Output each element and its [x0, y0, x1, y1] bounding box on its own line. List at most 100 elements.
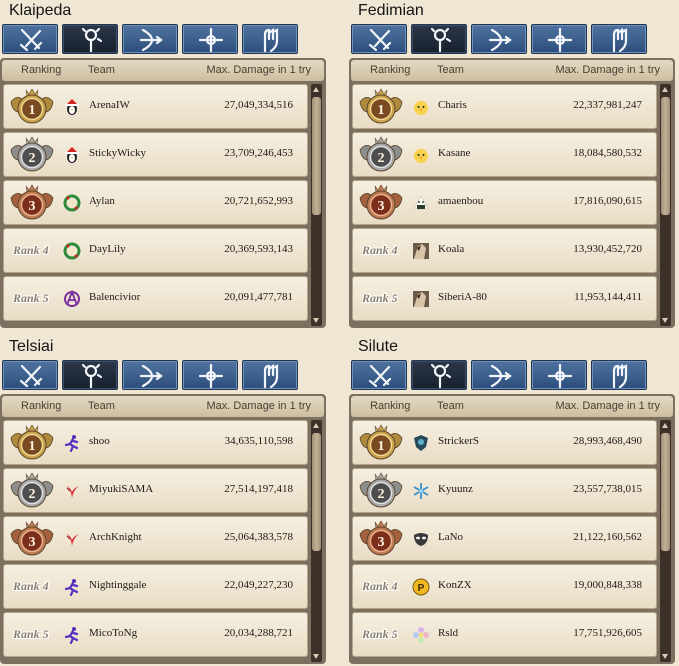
server-name: Telsiai [9, 338, 54, 355]
ranking-board: Ranking Team Max. Damage in 1 try 1 shoo 34,6… [0, 394, 326, 664]
team-name[interactable]: ArchKnight [89, 531, 142, 543]
max-damage-value: 22,337,981,247 [573, 99, 642, 111]
ranking-row[interactable]: 1 Charis 22,337,981,247 [352, 84, 657, 129]
header-team: Team [437, 400, 464, 412]
scroll-thumb[interactable] [312, 97, 321, 215]
silver-medal-icon: 2 [356, 469, 406, 513]
class-tab-fist[interactable] [242, 24, 298, 54]
scrollbar[interactable] [311, 84, 322, 326]
ranking-row[interactable]: Rank 4 Nightinggale 22,049,227,230 [3, 564, 308, 609]
class-tab-fist[interactable] [591, 360, 647, 390]
team-name[interactable]: Aylan [89, 195, 115, 207]
svg-text:1: 1 [378, 103, 385, 118]
ranking-row[interactable]: 1 StrickerS 28,993,468,490 [352, 420, 657, 465]
scroll-thumb[interactable] [661, 97, 670, 215]
rank-label: Rank 5 [362, 291, 398, 305]
ranking-row[interactable]: 2 Kasane 18,084,580,532 [352, 132, 657, 177]
scroll-down-arrow-icon[interactable] [313, 654, 319, 659]
silver-medal-icon: 2 [356, 133, 406, 177]
server-name: Silute [358, 338, 399, 355]
team-name[interactable]: LaNo [438, 531, 463, 543]
scroll-up-arrow-icon[interactable] [313, 87, 319, 92]
scroll-thumb[interactable] [661, 433, 670, 551]
team-name[interactable]: Kasane [438, 147, 470, 159]
class-tab-cross[interactable] [531, 24, 587, 54]
team-name[interactable]: Balencivior [89, 291, 140, 303]
class-tab-staff[interactable] [62, 360, 118, 390]
team-name[interactable]: StrickerS [438, 435, 479, 447]
ranking-row[interactable]: Rank 4 DayLily 20,369,593,143 [3, 228, 308, 273]
ranking-row[interactable]: Rank 5 SiberiA-80 11,953,144,411 [352, 276, 657, 321]
class-tab-staff[interactable] [62, 24, 118, 54]
ranking-row[interactable]: 2 StickyWicky 23,709,246,453 [3, 132, 308, 177]
scrollbar[interactable] [311, 420, 322, 662]
flower-icon [412, 626, 430, 644]
team-name[interactable]: StickyWicky [89, 147, 146, 159]
team-name[interactable]: Nightinggale [89, 579, 146, 591]
class-tab-staff[interactable] [411, 24, 467, 54]
max-damage-value: 23,557,738,015 [573, 483, 642, 495]
penguin-santa-icon [63, 146, 81, 164]
scrollbar[interactable] [660, 84, 671, 326]
scroll-thumb[interactable] [312, 433, 321, 551]
header-max-damage: Max. Damage in 1 try [555, 64, 660, 76]
team-name[interactable]: Kyuunz [438, 483, 473, 495]
class-tab-bow[interactable] [122, 360, 178, 390]
max-damage-value: 20,721,652,993 [224, 195, 293, 207]
portrait-icon [412, 242, 430, 260]
team-name[interactable]: SiberiA-80 [438, 291, 487, 303]
ranking-row[interactable]: 3 amaenbou 17,816,090,615 [352, 180, 657, 225]
team-name[interactable]: MiyukiSAMA [89, 483, 153, 495]
class-tab-cross[interactable] [182, 24, 238, 54]
class-tab-fist[interactable] [242, 360, 298, 390]
scrollbar[interactable] [660, 420, 671, 662]
scroll-up-arrow-icon[interactable] [662, 423, 668, 428]
max-damage-value: 18,084,580,532 [573, 147, 642, 159]
ranking-row[interactable]: 3 Aylan 20,721,652,993 [3, 180, 308, 225]
scroll-down-arrow-icon[interactable] [313, 318, 319, 323]
header-team: Team [437, 64, 464, 76]
team-name[interactable]: MicoToNg [89, 627, 137, 639]
class-tab-swords[interactable] [351, 360, 407, 390]
ranking-row[interactable]: 1 shoo 34,635,110,598 [3, 420, 308, 465]
class-tab-cross[interactable] [531, 360, 587, 390]
ranking-row[interactable]: 3 LaNo 21,122,160,562 [352, 516, 657, 561]
wreath-icon [63, 194, 81, 212]
team-name[interactable]: amaenbou [438, 195, 483, 207]
scroll-down-arrow-icon[interactable] [662, 654, 668, 659]
scroll-up-arrow-icon[interactable] [313, 423, 319, 428]
class-tab-cross[interactable] [182, 360, 238, 390]
team-name[interactable]: DayLily [89, 243, 126, 255]
team-name[interactable]: ArenaIW [89, 99, 130, 111]
max-damage-value: 23,709,246,453 [224, 147, 293, 159]
svg-text:1: 1 [29, 439, 36, 454]
scroll-up-arrow-icon[interactable] [662, 87, 668, 92]
class-tab-bow[interactable] [122, 24, 178, 54]
svg-text:2: 2 [29, 487, 36, 502]
ranking-row[interactable]: 2 Kyuunz 23,557,738,015 [352, 468, 657, 513]
mask-icon [412, 530, 430, 548]
ranking-row[interactable]: 3 ArchKnight 25,064,383,578 [3, 516, 308, 561]
class-tab-bow[interactable] [471, 360, 527, 390]
class-tab-staff[interactable] [411, 360, 467, 390]
class-tab-fist[interactable] [591, 24, 647, 54]
ranking-row[interactable]: 1 ArenaIW 27,049,334,516 [3, 84, 308, 129]
team-name[interactable]: shoo [89, 435, 110, 447]
ranking-row[interactable]: 2 MiyukiSAMA 27,514,197,418 [3, 468, 308, 513]
team-name[interactable]: Rsld [438, 627, 458, 639]
team-name[interactable]: Charis [438, 99, 467, 111]
class-tab-swords[interactable] [2, 24, 58, 54]
ranking-row[interactable]: Rank 5 MicoToNg 20,034,288,721 [3, 612, 308, 657]
scroll-down-arrow-icon[interactable] [662, 318, 668, 323]
class-tab-swords[interactable] [2, 360, 58, 390]
team-name[interactable]: Koala [438, 243, 464, 255]
ranking-row[interactable]: Rank 4 Koala 13,930,452,720 [352, 228, 657, 273]
wreath-icon [63, 242, 81, 260]
class-tab-swords[interactable] [351, 24, 407, 54]
ranking-row[interactable]: Rank 4 P KonZX 19,000,848,338 [352, 564, 657, 609]
ranking-row[interactable]: Rank 5 Balencivior 20,091,477,781 [3, 276, 308, 321]
ranking-row[interactable]: Rank 5 Rsld 17,751,926,605 [352, 612, 657, 657]
max-damage-value: 21,122,160,562 [573, 531, 642, 543]
class-tab-bow[interactable] [471, 24, 527, 54]
team-name[interactable]: KonZX [438, 579, 472, 591]
